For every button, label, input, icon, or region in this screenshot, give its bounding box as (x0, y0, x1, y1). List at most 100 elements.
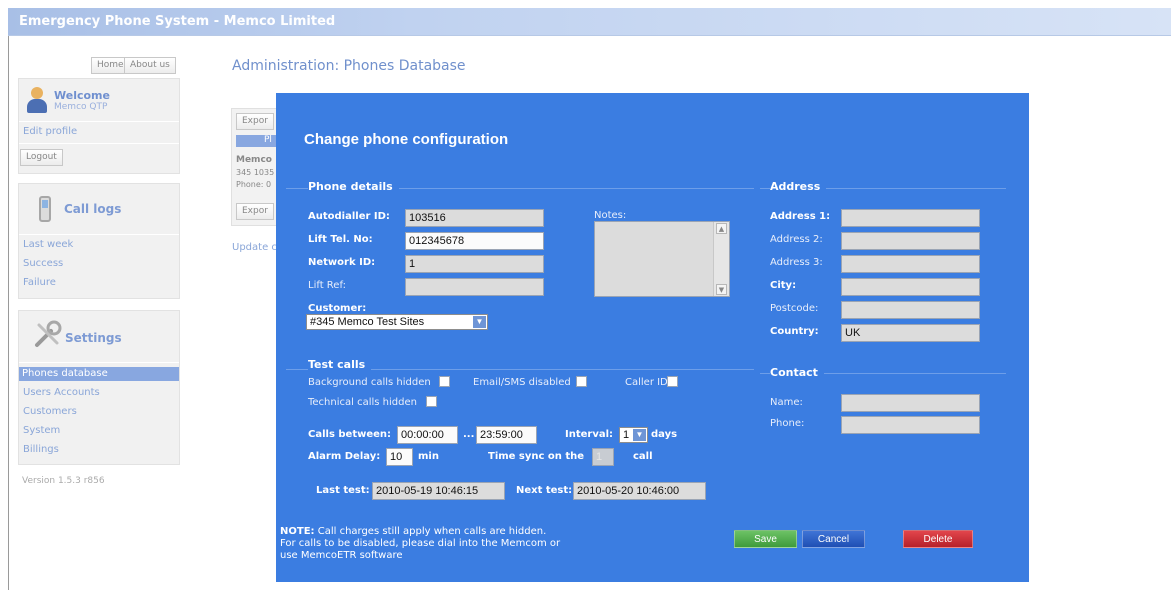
divider (19, 143, 179, 144)
address1-label: Address 1: (770, 211, 831, 222)
notes-scrollbar[interactable]: ▲ ▼ (713, 222, 729, 296)
table-cell-line1: 345 1035 (236, 168, 275, 177)
tools-icon (35, 320, 62, 347)
lift-tel-input[interactable]: 012345678 (405, 232, 544, 250)
address3-label: Address 3: (770, 257, 823, 268)
user-panel: Welcome Memco QTP Edit profile Logout (18, 78, 180, 174)
autodialler-input[interactable]: 103516 (405, 209, 544, 227)
lift-tel-label: Lift Tel. No: (308, 234, 373, 245)
settings-phones-database[interactable]: Phones database (19, 367, 179, 381)
background-hidden-label: Background calls hidden (308, 377, 431, 388)
lift-ref-label: Lift Ref: (308, 280, 346, 291)
autodialler-label: Autodialler ID: (308, 211, 390, 222)
calls-between-label: Calls between: (308, 429, 392, 440)
settings-billings[interactable]: Billings (23, 444, 59, 455)
interval-select[interactable]: 1 ▼ (619, 427, 648, 443)
export-button[interactable]: Expor (236, 203, 274, 220)
scroll-up-icon[interactable]: ▲ (716, 223, 727, 234)
call-log-failure[interactable]: Failure (23, 277, 56, 288)
address-heading: Address (770, 180, 827, 193)
contact-name-input[interactable] (841, 394, 980, 412)
caller-id-label: Caller ID (625, 377, 668, 388)
table-cell-line2: Phone: 0 (236, 180, 272, 189)
call-log-last-week[interactable]: Last week (23, 239, 73, 250)
divider (19, 234, 179, 235)
call-logs-title: Call logs (64, 202, 122, 216)
page-title: Administration: Phones Database (232, 58, 466, 74)
settings-users-accounts[interactable]: Users Accounts (23, 387, 100, 398)
edit-profile-link[interactable]: Edit profile (23, 126, 77, 137)
alarm-delay-input[interactable]: 10 (386, 448, 413, 466)
last-test-label: Last test: (316, 485, 370, 496)
contact-name-label: Name: (770, 397, 803, 408)
next-test-input[interactable]: 2010-05-20 10:46:00 (573, 482, 706, 500)
email-disabled-label: Email/SMS disabled (473, 377, 571, 388)
alarm-delay-label: Alarm Delay: (308, 451, 381, 462)
export-button[interactable]: Expor (236, 113, 274, 130)
call-label: call (633, 451, 653, 462)
save-button[interactable]: Save (734, 530, 797, 548)
technical-hidden-label: Technical calls hidden (308, 397, 417, 408)
phone-details-heading: Phone details (308, 180, 399, 193)
test-calls-heading: Test calls (308, 358, 372, 371)
left-border (8, 36, 9, 590)
settings-customers[interactable]: Customers (23, 406, 77, 417)
user-name: Memco QTP (54, 102, 108, 112)
background-hidden-checkbox[interactable] (439, 376, 450, 387)
settings-title: Settings (65, 331, 122, 345)
welcome-label: Welcome (54, 89, 110, 102)
phone-icon (39, 196, 51, 222)
delete-button[interactable]: Delete (903, 530, 973, 548)
contact-phone-label: Phone: (770, 418, 805, 429)
user-avatar-icon (25, 87, 49, 115)
country-label: Country: (770, 326, 819, 337)
postcode-input[interactable] (841, 301, 980, 319)
note-strong: NOTE: (280, 526, 315, 537)
calls-from-input[interactable]: 00:00:00 (397, 426, 458, 444)
page: Emergency Phone System - Memco Limited H… (0, 0, 1171, 590)
logout-button[interactable]: Logout (20, 149, 63, 166)
customer-select[interactable]: #345 Memco Test Sites ▼ (306, 314, 488, 330)
country-input[interactable]: UK (841, 324, 980, 342)
call-logs-panel: Call logs Last week Success Failure (18, 183, 180, 299)
address3-input[interactable] (841, 255, 980, 273)
charges-note: NOTE: Call charges still apply when call… (280, 526, 560, 562)
time-sync-input[interactable]: 1 (592, 448, 614, 466)
range-separator: ... (463, 429, 475, 440)
contact-phone-input[interactable] (841, 416, 980, 434)
interval-label: Interval: (565, 429, 614, 440)
last-test-input[interactable]: 2010-05-19 10:46:15 (372, 482, 505, 500)
email-disabled-checkbox[interactable] (576, 376, 587, 387)
cancel-button[interactable]: Cancel (802, 530, 865, 548)
settings-system[interactable]: System (23, 425, 60, 436)
settings-panel: Settings Phones database Users Accounts … (18, 310, 180, 465)
network-id-input[interactable]: 1 (405, 255, 544, 273)
notes-textarea[interactable]: ▲ ▼ (594, 221, 730, 297)
call-log-success[interactable]: Success (23, 258, 63, 269)
about-us-button[interactable]: About us (124, 57, 176, 74)
version-label: Version 1.5.3 r856 (22, 476, 105, 486)
scroll-down-icon[interactable]: ▼ (716, 284, 727, 295)
contact-heading: Contact (770, 366, 824, 379)
address2-input[interactable] (841, 232, 980, 250)
note-line3: use MemcoETR software (280, 550, 403, 561)
update-link[interactable]: Update c (232, 242, 277, 253)
app-title: Emergency Phone System - Memco Limited (19, 14, 336, 29)
next-test-label: Next test: (516, 485, 573, 496)
lift-ref-input[interactable] (405, 278, 544, 296)
address2-label: Address 2: (770, 234, 823, 245)
note-line2: For calls to be disabled, please dial in… (280, 538, 561, 549)
dialog-title: Change phone configuration (304, 131, 509, 148)
phones-table-panel: Expor Pl Memco 345 1035 Phone: 0 Expor (231, 108, 282, 226)
calls-to-input[interactable]: 23:59:00 (476, 426, 537, 444)
note-line1: Call charges still apply when calls are … (317, 526, 547, 537)
table-cell-company: Memco (236, 155, 272, 165)
divider (19, 362, 179, 363)
address1-input[interactable] (841, 209, 980, 227)
technical-hidden-checkbox[interactable] (426, 396, 437, 407)
chevron-down-icon: ▼ (473, 316, 486, 328)
network-id-label: Network ID: (308, 257, 376, 268)
city-input[interactable] (841, 278, 980, 296)
caller-id-checkbox[interactable] (667, 376, 678, 387)
chevron-down-icon: ▼ (633, 429, 646, 441)
